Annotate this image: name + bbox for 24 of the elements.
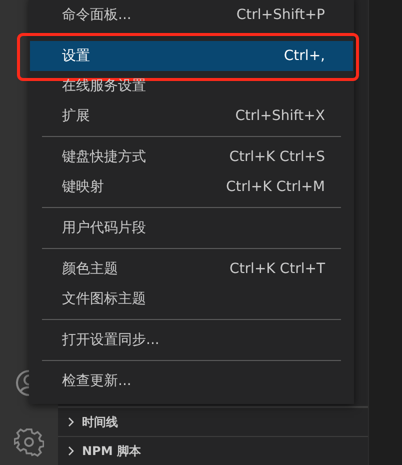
shortcut-label: Ctrl+, (284, 48, 325, 64)
chevron-icon (66, 446, 76, 456)
menu-item[interactable]: 键盘快捷方式 Ctrl+K Ctrl+S (30, 142, 353, 172)
menu-item[interactable]: 扩展 Ctrl+Shift+X (30, 101, 353, 131)
panel-section-header[interactable]: 时间线 (58, 407, 368, 436)
menu-item[interactable]: 文件图标主题 (30, 284, 353, 314)
shortcut-label: Ctrl+K Ctrl+T (230, 261, 325, 277)
menu-item[interactable]: 颜色主题 Ctrl+K Ctrl+T (30, 254, 353, 284)
shortcut-label: Ctrl+Shift+P (236, 7, 325, 23)
menu-item[interactable]: 检查更新... (30, 366, 353, 396)
menu-item[interactable]: 键映射 Ctrl+K Ctrl+M (30, 172, 353, 202)
settings-icon[interactable] (14, 427, 44, 457)
panel-section-header[interactable]: NPM 脚本 (58, 436, 368, 465)
menu-item[interactable]: 命令面板... Ctrl+Shift+P (30, 0, 353, 30)
section-title: NPM 脚本 (82, 442, 141, 460)
chevron-icon (66, 417, 76, 427)
shortcut-label: Ctrl+K Ctrl+M (226, 179, 325, 195)
shortcut-label: Ctrl+Shift+X (235, 108, 325, 124)
menu-item[interactable]: 设置 Ctrl+, (30, 41, 353, 71)
shortcut-label: Ctrl+K Ctrl+S (229, 149, 325, 165)
menu-item[interactable]: 打开设置同步... (30, 325, 353, 355)
menu-item[interactable]: 用户代码片段 (30, 213, 353, 243)
menu-item[interactable]: 在线服务设置 (30, 71, 353, 101)
section-title: 时间线 (82, 414, 118, 430)
